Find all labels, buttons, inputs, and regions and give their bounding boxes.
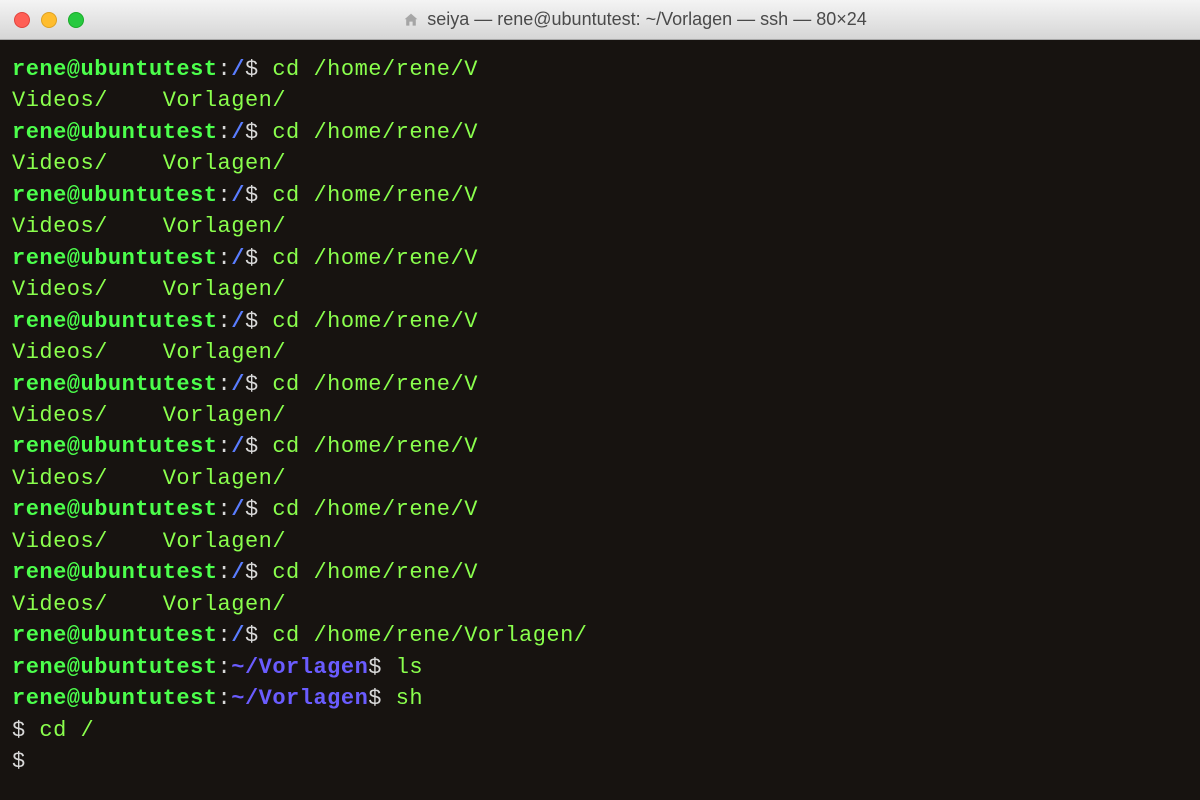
prompt-line: rene@ubuntutest:/$ cd /home/rene/V xyxy=(12,180,1188,211)
command-text: cd /home/rene/Vorlagen/ xyxy=(272,623,587,648)
prompt-user: rene@ubuntutest xyxy=(12,57,218,82)
completion-output: Videos/ Vorlagen/ xyxy=(12,211,1188,242)
sh-prompt-line: $ cd / xyxy=(12,715,1188,746)
completion-output: Videos/ Vorlagen/ xyxy=(12,274,1188,305)
prompt-line: rene@ubuntutest:/$ cd /home/rene/V xyxy=(12,117,1188,148)
prompt-line: rene@ubuntutest:/$ cd /home/rene/Vorlage… xyxy=(12,620,1188,651)
completion-output: Videos/ Vorlagen/ xyxy=(12,400,1188,431)
prompt-line: rene@ubuntutest:/$ cd /home/rene/V xyxy=(12,243,1188,274)
window-title-text: seiya — rene@ubuntutest: ~/Vorlagen — ss… xyxy=(427,9,867,30)
command-text: cd /home/rene/V xyxy=(272,57,478,82)
command-text: ls xyxy=(396,655,423,680)
prompt-line: rene@ubuntutest:~/Vorlagen$ sh xyxy=(12,683,1188,714)
window-title: seiya — rene@ubuntutest: ~/Vorlagen — ss… xyxy=(84,9,1186,30)
prompt-line: rene@ubuntutest:~/Vorlagen$ ls xyxy=(12,652,1188,683)
window-titlebar: seiya — rene@ubuntutest: ~/Vorlagen — ss… xyxy=(0,0,1200,40)
sh-prompt: $ xyxy=(12,718,39,743)
completion-output: Videos/ Vorlagen/ xyxy=(12,589,1188,620)
completion-output: Videos/ Vorlagen/ xyxy=(12,463,1188,494)
prompt-line: rene@ubuntutest:/$ cd /home/rene/V xyxy=(12,494,1188,525)
traffic-lights xyxy=(14,12,84,28)
prompt-line: rene@ubuntutest:/$ cd /home/rene/V xyxy=(12,54,1188,85)
minimize-icon[interactable] xyxy=(41,12,57,28)
terminal-body[interactable]: rene@ubuntutest:/$ cd /home/rene/V Video… xyxy=(0,40,1200,800)
prompt-path: / xyxy=(231,57,245,82)
prompt-line: rene@ubuntutest:/$ cd /home/rene/V xyxy=(12,557,1188,588)
completion-output: Videos/ Vorlagen/ xyxy=(12,526,1188,557)
home-icon xyxy=(403,12,419,28)
sh-command: cd / xyxy=(39,718,94,743)
prompt-path: ~/Vorlagen xyxy=(231,655,368,680)
completion-output: Videos/ Vorlagen/ xyxy=(12,337,1188,368)
completion-output: Videos/ Vorlagen/ xyxy=(12,85,1188,116)
sh-prompt-line: $ xyxy=(12,746,1188,777)
maximize-icon[interactable] xyxy=(68,12,84,28)
command-text: sh xyxy=(396,686,423,711)
completion-output: Videos/ Vorlagen/ xyxy=(12,148,1188,179)
prompt-line: rene@ubuntutest:/$ cd /home/rene/V xyxy=(12,431,1188,462)
close-icon[interactable] xyxy=(14,12,30,28)
prompt-line: rene@ubuntutest:/$ cd /home/rene/V xyxy=(12,369,1188,400)
prompt-line: rene@ubuntutest:/$ cd /home/rene/V xyxy=(12,306,1188,337)
sh-prompt: $ xyxy=(12,749,39,774)
